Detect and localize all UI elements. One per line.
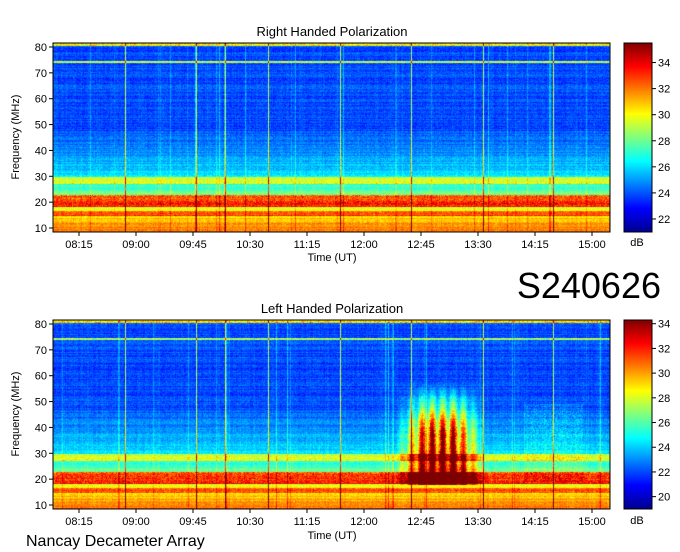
colorbar-ticks: 20 22 24 26 28 30 32 34 (652, 319, 670, 504)
y-tick-label: 60 (35, 94, 47, 106)
colorbar-gradient (623, 42, 653, 233)
x-axis: 08:15 09:00 09:45 10:30 11:15 12:00 12:45 13:30… (65, 232, 606, 251)
x-tick-label: 13:30 (464, 516, 492, 528)
colorbar-tick-label: 34 (658, 58, 670, 70)
y-tick-label: 80 (35, 42, 47, 54)
x-axis-label: Time (UT) (307, 530, 356, 542)
colorbar-label: dB (630, 237, 643, 249)
colorbar-tick-label: 24 (658, 442, 670, 454)
y-tick-label: 60 (35, 371, 47, 383)
colorbar-tick-label: 32 (658, 84, 670, 96)
panel-left-handed: Left Handed Polarization 10 20 30 40 50 60 70 8… (10, 301, 670, 542)
x-tick-label: 14:15 (521, 516, 549, 528)
x-tick-label: 12:00 (350, 239, 378, 251)
x-axis: 08:15 09:00 09:45 10:30 11:15 12:00 12:45 13:30… (65, 509, 606, 528)
y-tick-label: 20 (35, 197, 47, 209)
y-axis-label: Frequency (MHz) (10, 95, 22, 180)
y-tick-label: 50 (35, 120, 47, 132)
observatory-name: Nancay Decameter Array (26, 533, 205, 550)
colorbar-tick-label: 26 (658, 162, 670, 174)
x-tick-label: 15:00 (578, 239, 606, 251)
colorbar: 20 22 24 26 28 30 32 34 dB (623, 319, 670, 527)
colorbar-tick-label: 20 (658, 492, 670, 504)
x-tick-label: 14:15 (521, 239, 549, 251)
colorbar: 22 24 26 28 30 32 34 dB (623, 42, 670, 249)
x-tick-label: 08:15 (65, 516, 93, 528)
x-tick-label: 15:00 (578, 516, 606, 528)
heatmap-image (53, 43, 610, 232)
y-tick-label: 50 (35, 397, 47, 409)
y-tick-label: 30 (35, 171, 47, 183)
colorbar-tick-label: 28 (658, 393, 670, 405)
x-axis-label: Time (UT) (307, 252, 356, 264)
y-tick-label: 10 (35, 500, 47, 512)
colorbar-tick-label: 34 (658, 319, 670, 331)
x-tick-label: 12:00 (350, 516, 378, 528)
colorbar-tick-label: 28 (658, 136, 670, 148)
y-tick-label: 20 (35, 474, 47, 486)
y-tick-label: 40 (35, 422, 47, 434)
y-tick-label: 10 (35, 223, 47, 235)
colorbar-tick-label: 30 (658, 110, 670, 122)
colorbar-tick-label: 32 (658, 343, 670, 355)
colorbar-label: dB (630, 515, 643, 527)
observation-code: S240626 (517, 265, 661, 306)
x-tick-label: 09:45 (179, 516, 207, 528)
colorbar-tick-label: 22 (658, 214, 670, 226)
y-axis-label: Frequency (MHz) (10, 372, 22, 457)
spectrogram-canvas (53, 43, 610, 232)
x-tick-label: 09:00 (122, 239, 150, 251)
x-tick-label: 10:30 (236, 239, 264, 251)
y-axis: 10 20 30 40 50 60 70 80 (35, 42, 53, 235)
x-tick-label: 11:15 (294, 239, 321, 251)
x-tick-label: 13:30 (464, 239, 492, 251)
spectrogram-canvas (53, 320, 610, 509)
x-tick-label: 12:45 (407, 239, 435, 251)
chart-title: Right Handed Polarization (256, 24, 407, 39)
spectrogram-figure: Right Handed Polarization 10 20 30 40 50 60 70… (10, 24, 670, 550)
x-tick-label: 08:15 (65, 239, 93, 251)
y-tick-label: 80 (35, 319, 47, 331)
y-axis: 10 20 30 40 50 60 70 80 (35, 319, 53, 512)
colorbar-tick-label: 22 (658, 467, 670, 479)
colorbar-tick-label: 26 (658, 418, 670, 430)
x-tick-label: 11:15 (294, 516, 321, 528)
x-tick-label: 09:00 (122, 516, 150, 528)
x-tick-label: 12:45 (407, 516, 435, 528)
x-tick-label: 09:45 (179, 239, 207, 251)
colorbar-gradient (623, 319, 653, 510)
y-tick-label: 40 (35, 145, 47, 157)
colorbar-tick-label: 24 (658, 188, 670, 200)
colorbar-tick-label: 30 (658, 368, 670, 380)
x-tick-label: 10:30 (236, 516, 264, 528)
y-tick-label: 70 (35, 68, 47, 80)
y-tick-label: 30 (35, 448, 47, 460)
chart-title: Left Handed Polarization (261, 301, 403, 316)
heatmap-image (53, 320, 610, 509)
panel-right-handed: Right Handed Polarization 10 20 30 40 50 60 70… (10, 24, 670, 264)
y-tick-label: 70 (35, 345, 47, 357)
colorbar-ticks: 22 24 26 28 30 32 34 (652, 58, 670, 226)
